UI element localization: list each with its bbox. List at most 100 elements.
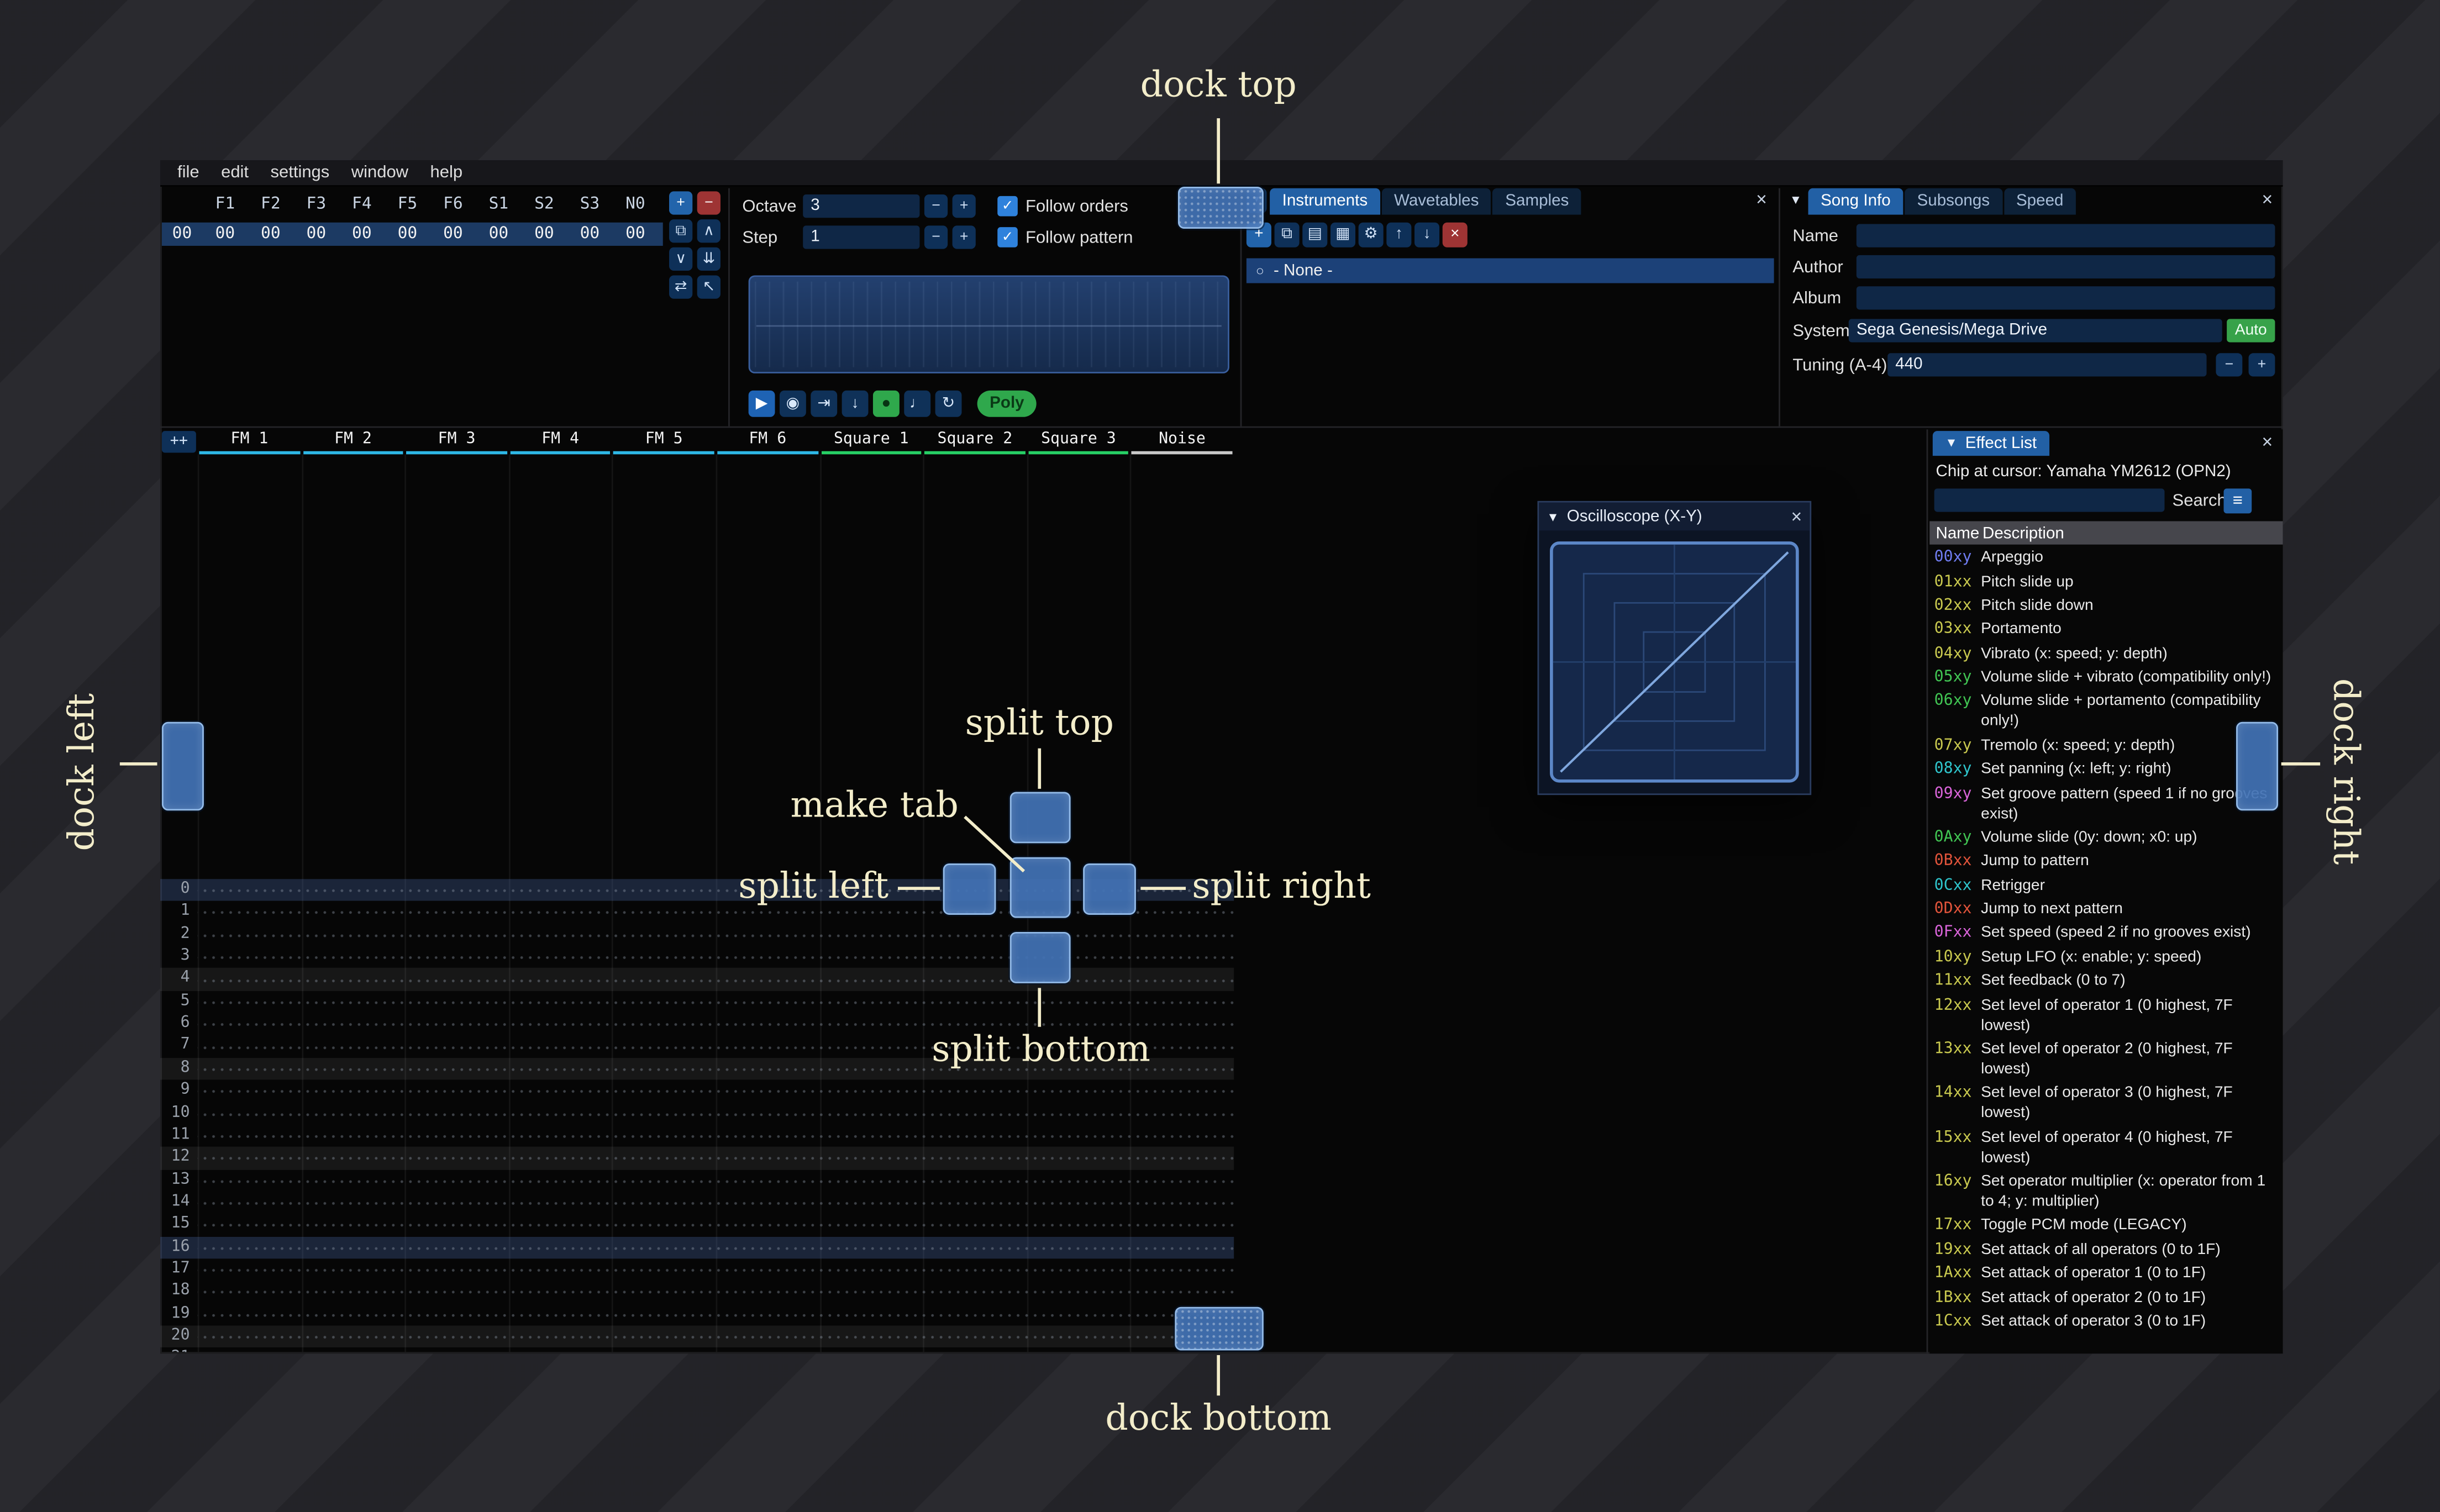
pattern-row-2[interactable]: 2	[160, 924, 1234, 946]
pattern-row-4[interactable]: 4	[160, 968, 1234, 991]
octave-input[interactable]: 3	[803, 194, 919, 218]
pattern-row-18[interactable]: 18	[160, 1281, 1234, 1303]
channel-header-noise[interactable]: Noise	[1130, 429, 1234, 454]
album-field[interactable]	[1857, 286, 2275, 309]
order-value-cell[interactable]: 00	[248, 223, 294, 246]
add-order-button[interactable]: +	[669, 191, 692, 214]
split-target-top[interactable]	[1010, 792, 1071, 843]
poly-toggle-button[interactable]: Poly	[977, 391, 1037, 417]
play-pattern-button[interactable]: ◉	[780, 391, 806, 417]
menu-item-edit[interactable]: edit	[210, 162, 259, 183]
tab-samples[interactable]: Samples	[1493, 188, 1581, 215]
dock-target-left[interactable]	[162, 722, 204, 811]
metronome-button[interactable]: ♩	[904, 391, 930, 417]
pattern-row-16[interactable]: 16	[160, 1236, 1234, 1258]
channel-header-fm-3[interactable]: FM 3	[405, 429, 509, 454]
order-value-cell[interactable]: 00	[430, 223, 476, 246]
pattern-row-17[interactable]: 17	[160, 1258, 1234, 1281]
make-tab-target[interactable]	[1010, 857, 1071, 918]
dock-target-top[interactable]	[1178, 187, 1264, 229]
pattern-view[interactable]: 0123456789101112131415161718192021	[160, 454, 1234, 1352]
close-effect-list-icon[interactable]: ×	[2257, 433, 2278, 454]
close-instruments-icon[interactable]: ×	[1750, 190, 1772, 212]
tab-effect-list[interactable]: ▼ Effect List	[1933, 431, 2049, 456]
collapse-icon[interactable]: ▼	[1790, 193, 1802, 207]
channel-header-fm-4[interactable]: FM 4	[508, 429, 612, 454]
channel-header-fm-1[interactable]: FM 1	[198, 429, 302, 454]
menu-item-file[interactable]: file	[166, 162, 210, 183]
oscilloscope-title-bar[interactable]: ▼ Oscilloscope (X-Y) ×	[1539, 503, 1810, 531]
tab-song-info[interactable]: Song Info	[1808, 188, 1903, 215]
pattern-row-10[interactable]: 10	[160, 1102, 1234, 1124]
order-value-cell[interactable]: 00	[385, 223, 430, 246]
collapse-icon[interactable]: ▼	[1547, 509, 1559, 523]
channel-header-fm-6[interactable]: FM 6	[716, 429, 819, 454]
auto-system-button[interactable]: Auto	[2227, 319, 2275, 342]
author-field[interactable]	[1857, 255, 2275, 278]
play-from-cursor-button[interactable]: ⇥	[811, 391, 837, 417]
repeat-pattern-button[interactable]: ↻	[935, 391, 962, 417]
collapse-icon[interactable]: ▼	[1945, 431, 1957, 456]
order-list-current-row[interactable]: 0000000000000000000000	[162, 223, 663, 246]
channel-header-fm-5[interactable]: FM 5	[612, 429, 716, 454]
play-button[interactable]: ▶	[749, 391, 775, 417]
pattern-row-13[interactable]: 13	[160, 1169, 1234, 1192]
open-instrument-button[interactable]: ▤	[1302, 223, 1327, 247]
piano-keyboard[interactable]	[749, 275, 1229, 373]
menu-item-help[interactable]: help	[419, 162, 474, 183]
pattern-row-9[interactable]: 9	[160, 1080, 1234, 1102]
channel-header-fm-2[interactable]: FM 2	[301, 429, 405, 454]
system-field[interactable]: Sega Genesis/Mega Drive	[1849, 319, 2222, 342]
split-target-left[interactable]	[943, 863, 996, 915]
octave-decrease-button[interactable]: −	[924, 194, 948, 218]
pattern-row-1[interactable]: 1	[160, 902, 1234, 924]
close-oscilloscope-icon[interactable]: ×	[1791, 505, 1802, 527]
channel-header-square-2[interactable]: Square 2	[923, 429, 1027, 454]
pattern-row-5[interactable]: 5	[160, 991, 1234, 1013]
split-target-right[interactable]	[1083, 863, 1136, 915]
pattern-row-19[interactable]: 19	[160, 1303, 1234, 1325]
tuning-increase-button[interactable]: +	[2249, 353, 2275, 376]
hamburger-icon[interactable]: ≡	[2223, 488, 2252, 513]
step-decrease-button[interactable]: −	[924, 225, 948, 249]
move-instrument-down-button[interactable]: ↓	[1414, 223, 1439, 247]
duplicate-order-button[interactable]: ⧉	[669, 219, 692, 243]
tuning-field[interactable]: 440	[1887, 353, 2206, 376]
pattern-row-0[interactable]: 0	[160, 879, 1234, 901]
instrument-list-item-none[interactable]: ○ - None -	[1247, 259, 1774, 283]
order-value-cell[interactable]: 00	[522, 223, 567, 246]
order-value-cell[interactable]: 00	[613, 223, 659, 246]
close-song-info-icon[interactable]: ×	[2257, 190, 2278, 212]
dock-target-bottom[interactable]	[1175, 1307, 1264, 1351]
follow-orders-checkbox[interactable]: ✓	[997, 196, 1018, 217]
save-instrument-button[interactable]: ▦	[1331, 223, 1355, 247]
menu-item-window[interactable]: window	[340, 162, 419, 183]
order-value-cell[interactable]: 00	[339, 223, 385, 246]
pattern-row-20[interactable]: 20	[160, 1325, 1234, 1347]
order-change-mode-button[interactable]: ⇄	[669, 275, 692, 298]
step-input[interactable]: 1	[803, 225, 919, 249]
pattern-row-21[interactable]: 21	[160, 1348, 1234, 1352]
oscilloscope-window[interactable]: ▼ Oscilloscope (X-Y) ×	[1538, 501, 1812, 795]
remove-order-button[interactable]: −	[697, 191, 721, 214]
duplicate-order-deep-button[interactable]: ⇊	[697, 247, 721, 271]
order-value-cell[interactable]: 00	[476, 223, 522, 246]
duplicate-instrument-button[interactable]: ⧉	[1275, 223, 1300, 247]
tab-wavetables[interactable]: Wavetables	[1381, 188, 1491, 215]
octave-increase-button[interactable]: +	[953, 194, 976, 218]
name-field[interactable]	[1857, 224, 2275, 247]
effect-search-input[interactable]	[1934, 488, 2165, 512]
dock-target-right[interactable]	[2236, 722, 2278, 811]
follow-pattern-checkbox[interactable]: ✓	[997, 227, 1018, 247]
move-order-up-button[interactable]: ∧	[697, 219, 721, 243]
pattern-row-3[interactable]: 3	[160, 946, 1234, 968]
channel-header-square-1[interactable]: Square 1	[819, 429, 923, 454]
order-value-cell[interactable]: 00	[293, 223, 339, 246]
edit-record-button[interactable]: ●	[873, 391, 900, 417]
pattern-row-11[interactable]: 11	[160, 1125, 1234, 1147]
pattern-row-14[interactable]: 14	[160, 1192, 1234, 1214]
order-value-cell[interactable]: 00	[202, 223, 248, 246]
move-instrument-up-button[interactable]: ↑	[1386, 223, 1411, 247]
pattern-row-12[interactable]: 12	[160, 1147, 1234, 1169]
step-increase-button[interactable]: +	[953, 225, 976, 249]
